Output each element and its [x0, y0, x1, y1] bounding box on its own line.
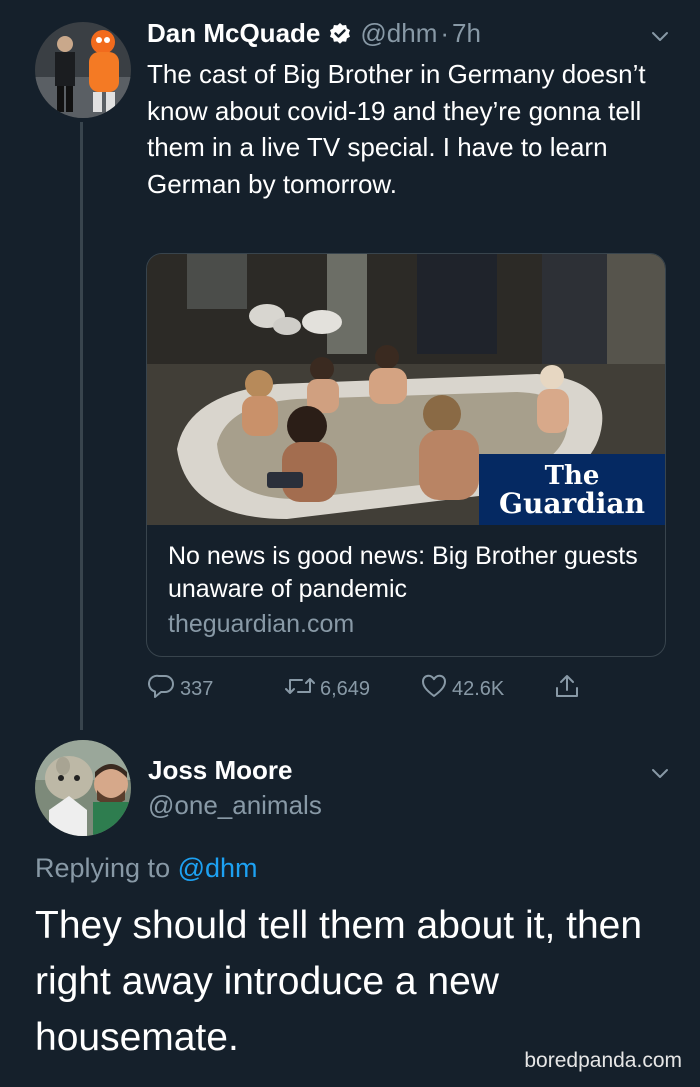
tweet1-separator: · — [440, 18, 450, 48]
replying-to: Replying to @dhm — [35, 853, 258, 884]
retweet-count: 6,649 — [320, 677, 371, 700]
retweet-icon — [284, 672, 320, 706]
verified-icon — [328, 22, 352, 46]
retweet-button[interactable]: 6,649 — [284, 672, 370, 706]
like-count: 42.6K — [452, 677, 505, 700]
replying-prefix: Replying to — [35, 853, 171, 883]
tweet1-author-name[interactable]: Dan McQuade — [147, 18, 320, 49]
tweet1-time[interactable]: 7h — [452, 18, 481, 49]
thread-line — [80, 122, 83, 730]
replying-to-link[interactable]: @dhm — [178, 853, 258, 883]
share-icon — [553, 672, 585, 706]
tweet2-handle[interactable]: @one_animals — [148, 790, 322, 821]
guardian-logo-line1: The — [544, 460, 600, 491]
tweet1-handle[interactable]: @dhm — [360, 18, 437, 49]
card-domain: theguardian.com — [168, 610, 355, 638]
tweet1-actions: 337 6,649 42.6K — [0, 672, 700, 706]
like-button[interactable]: 42.6K — [420, 672, 504, 706]
tweet1-header: Dan McQuade @dhm · 7h — [147, 18, 481, 49]
chevron-down-icon[interactable] — [649, 25, 671, 47]
watermark: boredpanda.com — [524, 1049, 682, 1072]
reply-count: 337 — [180, 677, 214, 700]
reply-button[interactable]: 337 — [148, 672, 213, 706]
reply-icon — [148, 672, 180, 706]
tweet1-text: The cast of Big Brother in Germany doesn… — [147, 59, 646, 199]
share-button[interactable] — [553, 672, 585, 706]
link-card[interactable]: The Guardian No news is good news: Big B… — [146, 253, 666, 657]
tweet2-text: They should tell them about it, then rig… — [35, 904, 643, 1059]
tweet2-author-name[interactable]: Joss Moore — [148, 755, 293, 786]
avatar-dan-mcquade[interactable] — [35, 22, 131, 118]
card-title: No news is good news: Big Brother guests… — [168, 542, 638, 603]
like-icon — [420, 672, 452, 706]
guardian-logo: The Guardian — [479, 454, 665, 525]
guardian-logo-line2: Guardian — [499, 486, 645, 520]
avatar-joss-moore[interactable] — [35, 740, 131, 836]
chevron-down-icon[interactable] — [649, 762, 671, 784]
